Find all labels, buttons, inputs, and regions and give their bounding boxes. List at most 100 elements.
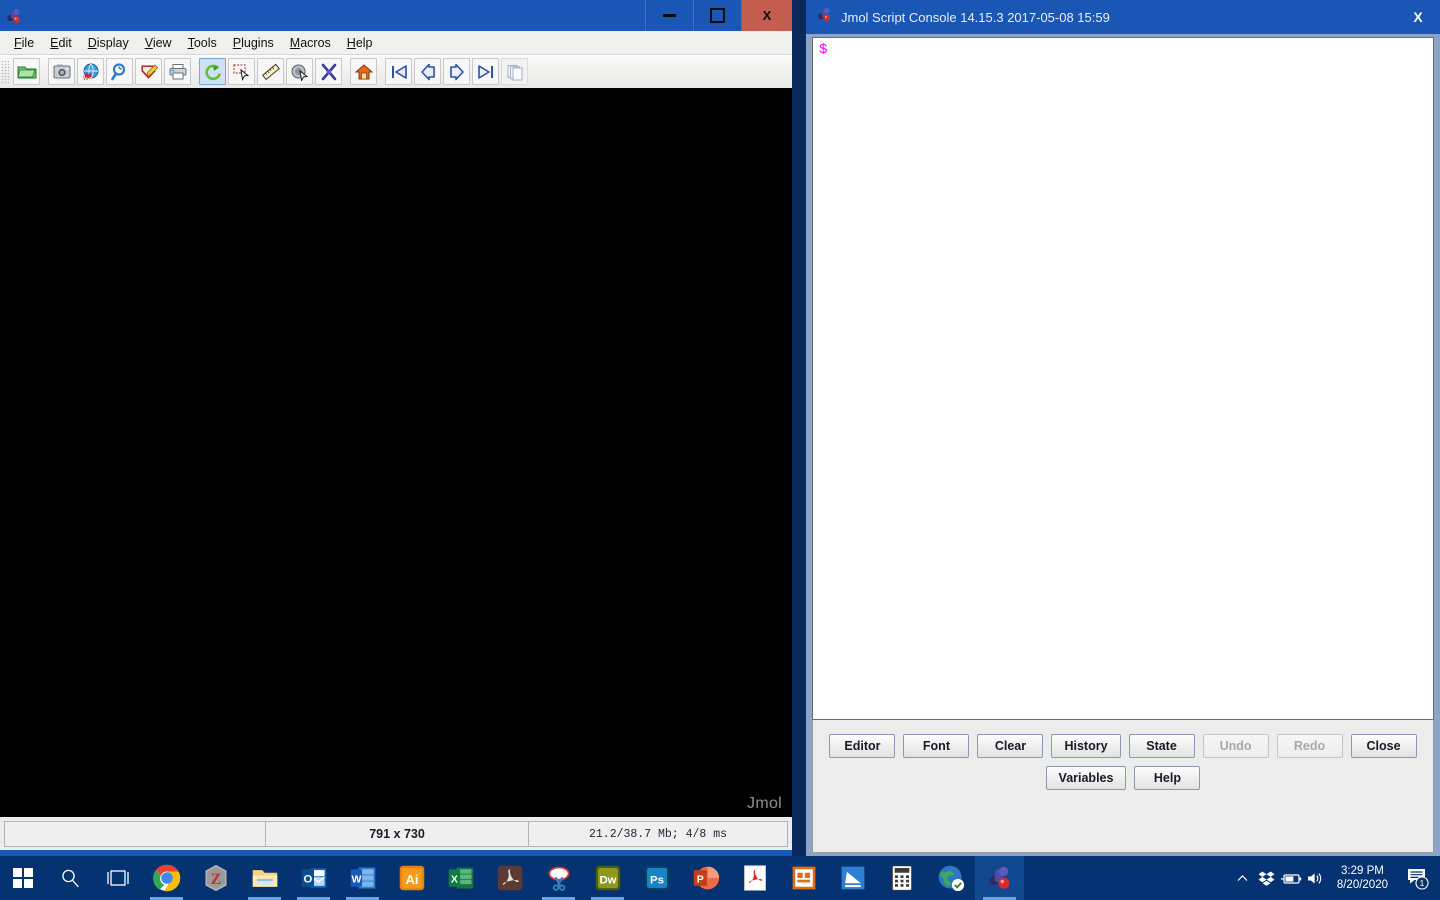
close-button[interactable]: Close (1350, 734, 1417, 758)
menu-display[interactable]: Display (80, 34, 137, 52)
clear-button[interactable]: Clear (977, 734, 1044, 758)
dreamweaver-icon: Dw (594, 864, 622, 892)
modify-bond-icon[interactable] (315, 58, 342, 85)
jmol-watermark: Jmol (747, 795, 782, 812)
taskbar-app-excel[interactable]: X (436, 856, 485, 900)
menu-mnemonic: E (50, 35, 59, 50)
taskbar-app-snipping-tool[interactable] (534, 856, 583, 900)
taskbar-app-publisher[interactable] (779, 856, 828, 900)
toolbar-grip[interactable] (1, 59, 10, 84)
console-button-row-1: Editor Font Clear History State Undo Redo Close (813, 734, 1433, 758)
font-button[interactable]: Font (903, 734, 970, 758)
svg-text:Ps: Ps (650, 874, 664, 886)
jmol-script-console-window: Jmol Script Console 14.15.3 2017-05-08 1… (806, 0, 1440, 857)
minimize-icon (663, 14, 676, 17)
maximize-button[interactable] (693, 0, 741, 31)
taskbar-app-chrome[interactable] (142, 856, 191, 900)
last-frame-icon[interactable] (472, 58, 499, 85)
export-web-icon[interactable]: W (77, 58, 104, 85)
print-icon[interactable] (164, 58, 191, 85)
search-pdb-icon[interactable] (106, 58, 133, 85)
menu-help[interactable]: Help (339, 34, 381, 52)
jmol-logo-icon (0, 0, 28, 31)
taskbar-app-scanner[interactable] (828, 856, 877, 900)
windows-taskbar: Z O W Ai X Dw Ps P 3:29 PM 8/20/2020 1 (0, 856, 1440, 900)
dropbox-icon[interactable] (1255, 856, 1279, 900)
windows-start-icon[interactable] (0, 856, 46, 900)
jmol-titlebar[interactable]: X (0, 0, 792, 31)
rubberband-select-icon[interactable] (228, 58, 255, 85)
close-button[interactable]: X (741, 0, 792, 31)
jmol-3d-viewport[interactable]: Jmol (0, 88, 792, 817)
menu-mnemonic: M (289, 35, 301, 50)
previous-frame-icon[interactable] (414, 58, 441, 85)
taskbar-app-list: Z O W Ai X Dw Ps P (142, 856, 1024, 900)
taskbar-app-browser[interactable] (926, 856, 975, 900)
taskbar-clock[interactable]: 3:29 PM 8/20/2020 (1327, 864, 1398, 892)
home-reset-icon[interactable] (350, 58, 377, 85)
zotero-icon: Z (202, 864, 230, 892)
taskbar-app-dreamweaver[interactable]: Dw (583, 856, 632, 900)
menu-file[interactable]: File (6, 34, 42, 52)
taskbar-app-adobe-reader[interactable] (730, 856, 779, 900)
pick-atom-icon[interactable] (286, 58, 313, 85)
console-body: $ Editor Font Clear History State Undo Redo Clo… (811, 34, 1435, 857)
taskbar-app-file-explorer[interactable] (240, 856, 289, 900)
next-frame-icon[interactable] (443, 58, 470, 85)
open-file-icon[interactable] (13, 58, 40, 85)
battery-icon[interactable] (1279, 856, 1303, 900)
export-write-icon[interactable] (135, 58, 162, 85)
first-frame-icon[interactable] (385, 58, 412, 85)
notification-icon[interactable]: 1 (1398, 856, 1436, 900)
menu-mnemonic: V (144, 35, 153, 50)
save-image-icon[interactable] (48, 58, 75, 85)
menu-edit[interactable]: Edit (42, 34, 80, 52)
measure-distance-icon[interactable] (257, 58, 284, 85)
menu-tools[interactable]: Tools (180, 34, 225, 52)
jmol-menubar: File Edit Display View Tools Plugins Macros Hel… (0, 31, 792, 55)
taskbar-app-calculator[interactable] (877, 856, 926, 900)
state-button[interactable]: State (1128, 734, 1195, 758)
console-close-button[interactable]: X (1396, 0, 1440, 34)
desktop: X File Edit Display View Tools Plugins Macros H… (0, 0, 1440, 900)
scanner-icon (839, 864, 867, 892)
editor-button[interactable]: Editor (829, 734, 896, 758)
toolbar-group-mode (198, 58, 343, 85)
taskbar-app-photoshop[interactable]: Ps (632, 856, 681, 900)
taskbar-app-jmol[interactable] (975, 856, 1024, 900)
menu-mnemonic: H (346, 35, 356, 50)
chevron-up-icon[interactable] (1231, 856, 1255, 900)
task-view-icon[interactable] (94, 856, 142, 900)
console-output-area[interactable]: $ (812, 37, 1434, 720)
taskbar-app-powerpoint[interactable]: P (681, 856, 730, 900)
help-button[interactable]: Help (1134, 766, 1201, 790)
taskbar-app-outlook[interactable]: O (289, 856, 338, 900)
taskbar-app-illustrator[interactable]: Ai (387, 856, 436, 900)
volume-icon[interactable] (1303, 856, 1327, 900)
console-titlebar[interactable]: Jmol Script Console 14.15.3 2017-05-08 1… (806, 0, 1440, 34)
menu-mnemonic: F (14, 35, 22, 50)
copy-frames-icon[interactable] (501, 58, 528, 85)
minimize-button[interactable] (645, 0, 693, 31)
clock-date: 8/20/2020 (1336, 879, 1388, 891)
jmol-toolbar: W (0, 55, 792, 89)
toolbar-group-export: W (47, 58, 192, 85)
rotate-molecule-icon[interactable] (199, 58, 226, 85)
menu-plugins[interactable]: Plugins (225, 34, 282, 52)
menu-view[interactable]: View (137, 34, 180, 52)
search-icon[interactable] (46, 856, 94, 900)
file-explorer-icon (251, 864, 279, 892)
menu-mnemonic: P (232, 35, 242, 50)
taskbar-app-acrobat-pro[interactable] (485, 856, 534, 900)
taskbar-app-zotero[interactable]: Z (191, 856, 240, 900)
clock-time: 3:29 PM (1341, 865, 1384, 877)
menu-macros[interactable]: Macros (282, 34, 339, 52)
undo-button: Undo (1202, 734, 1269, 758)
history-button[interactable]: History (1051, 734, 1121, 758)
google-chrome-icon (152, 864, 181, 892)
variables-button[interactable]: Variables (1045, 766, 1127, 790)
taskbar-app-word[interactable]: W (338, 856, 387, 900)
outlook-icon: O (300, 864, 328, 892)
globe-browser-icon (937, 864, 965, 892)
powerpoint-icon: P (692, 864, 720, 892)
